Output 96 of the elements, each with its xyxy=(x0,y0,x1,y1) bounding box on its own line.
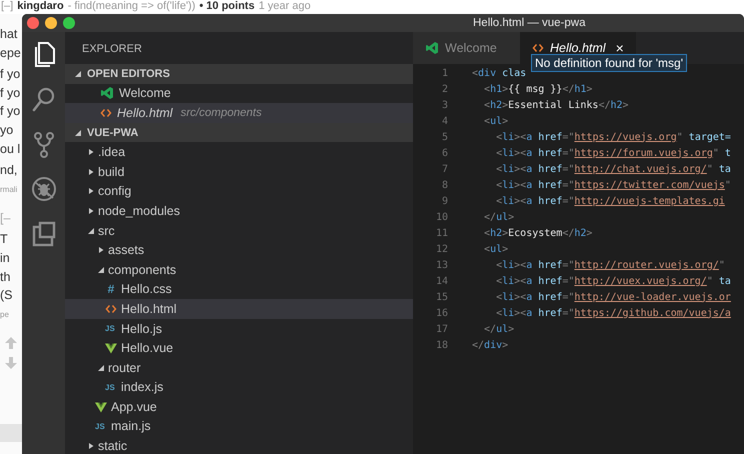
code-line: <li><a href="http://vuejs-templates.gi xyxy=(495,196,725,206)
line-number: 17 xyxy=(434,324,448,334)
open-editor-item[interactable]: Hello.html src/components xyxy=(65,103,413,123)
comment-score: • 10 points xyxy=(199,0,255,14)
folder-item[interactable]: src xyxy=(65,220,413,240)
code-line: <li><a href="http://router.vuejs.org/" xyxy=(495,260,725,270)
line-number: 12 xyxy=(434,244,448,254)
bug-icon[interactable] xyxy=(30,175,58,203)
window-title: Hello.html — vue-pwa xyxy=(473,17,586,29)
open-editor-item[interactable]: Welcome xyxy=(65,84,413,104)
file-item[interactable]: Hello.vue xyxy=(65,338,413,358)
code-line: </ul> xyxy=(483,212,514,222)
comment-text: f yo xyxy=(0,103,20,120)
comment-text: (S xyxy=(0,287,12,304)
comment-author[interactable]: kingdaro xyxy=(17,0,64,14)
minimize-window-button[interactable] xyxy=(45,17,57,29)
comment-text: epe xyxy=(0,44,21,62)
code-line: <h1>{{ msg }}</h1> xyxy=(483,84,592,94)
line-number: 6 xyxy=(440,148,448,158)
code-brackets-icon xyxy=(100,106,112,119)
hover-tooltip: No definition found for 'msg' xyxy=(531,54,687,72)
folder-item[interactable]: build xyxy=(65,162,413,182)
line-number: 5 xyxy=(440,132,448,142)
code-line: <ul> xyxy=(483,244,508,254)
user-flair: - find(meaning => of('life')) xyxy=(68,0,196,14)
line-number: 4 xyxy=(440,116,448,126)
line-number: 13 xyxy=(434,260,448,270)
code-line: <li><a href="https://github.com/vuejs/a xyxy=(495,308,731,318)
line-number: 2 xyxy=(440,84,448,94)
sidebar-title: EXPLORER xyxy=(81,42,143,57)
close-tab-button[interactable]: × xyxy=(616,40,624,56)
code-line: <li><a href="https://twitter.com/vuejs" xyxy=(495,180,731,190)
editor-logo-icon xyxy=(100,86,114,100)
code-line: <li><a href="https://vuejs.org" target= xyxy=(495,132,731,142)
folder-item[interactable]: router xyxy=(65,358,413,378)
footer-bar xyxy=(0,424,22,442)
code-line: <li><a href="http://vue-loader.vuejs.or xyxy=(495,292,731,302)
js-icon: JS xyxy=(95,422,107,431)
comment-text: f yo xyxy=(0,66,20,84)
comment-text: T xyxy=(0,231,8,248)
comment-text: th xyxy=(0,268,10,286)
comment-time: 1 year ago xyxy=(258,0,311,14)
hash-icon: # xyxy=(105,282,117,296)
zoom-window-button[interactable] xyxy=(63,17,75,29)
file-item[interactable]: JS index.js xyxy=(65,378,413,398)
file-path: src/components xyxy=(180,106,262,119)
comment-text: in xyxy=(0,250,10,267)
code-line: <li><a href="http://chat.vuejs.org/" ta xyxy=(495,164,731,174)
code-line: </div> xyxy=(472,340,508,350)
folder-item[interactable]: config xyxy=(65,182,413,202)
line-number: 10 xyxy=(434,212,448,222)
downvote-icon xyxy=(4,356,18,370)
folder-item[interactable]: node_modules xyxy=(65,201,413,221)
js-icon: JS xyxy=(105,382,117,392)
folder-item[interactable]: assets xyxy=(65,240,413,260)
upvote-icon xyxy=(4,336,18,350)
comment-text: yo xyxy=(0,122,14,139)
line-number: 1 xyxy=(440,68,448,78)
folder-item[interactable]: .idea xyxy=(65,142,413,162)
code-brackets-icon xyxy=(105,302,117,315)
editor-tab[interactable]: Welcome xyxy=(413,32,520,64)
code-line: <h2>Essential Links</h2> xyxy=(483,100,629,110)
v-logo-icon xyxy=(95,400,107,413)
file-item[interactable]: Hello.html xyxy=(65,299,413,319)
line-number: 15 xyxy=(434,292,448,302)
line-number: 7 xyxy=(440,164,448,174)
line-number: 3 xyxy=(440,100,448,110)
code-line: <h2>Ecosystem</h2> xyxy=(483,228,592,238)
file-item[interactable]: JS Hello.js xyxy=(65,318,413,338)
comment-text: f yo xyxy=(0,84,20,102)
code-line: </ul> xyxy=(483,324,514,334)
comment-text: nd, xyxy=(0,162,18,180)
line-number: 14 xyxy=(434,276,448,286)
js-icon: JS xyxy=(105,324,117,334)
v-logo-icon xyxy=(105,342,117,354)
file-item[interactable]: JS main.js xyxy=(65,416,413,436)
section-header[interactable]: OPEN EDITORS xyxy=(65,64,413,84)
file-item[interactable]: # Hello.css xyxy=(65,280,413,300)
code-line: <li><a href="https://forum.vuejs.org" t xyxy=(495,148,731,158)
code-brackets-icon xyxy=(532,42,544,54)
folder-item[interactable]: components xyxy=(65,260,413,280)
line-number: 18 xyxy=(434,340,448,350)
line-number: 16 xyxy=(434,308,448,318)
line-number: 11 xyxy=(434,228,448,238)
code-line: <li><a href="http://vuex.vuejs.org/" ta xyxy=(495,276,731,286)
comment-text: hat xyxy=(0,26,18,43)
folder-item[interactable]: static xyxy=(65,436,413,454)
file-item[interactable]: App.vue xyxy=(65,397,413,417)
line-number: 9 xyxy=(440,196,448,206)
comment-text: ou l xyxy=(0,140,20,158)
editor-logo-icon xyxy=(425,41,439,55)
section-header[interactable]: VUE-PWA xyxy=(65,122,413,142)
close-window-button[interactable] xyxy=(27,17,39,29)
code-line: <div clas xyxy=(472,68,526,78)
line-number: 8 xyxy=(440,180,448,190)
code-line: <ul> xyxy=(483,116,508,126)
